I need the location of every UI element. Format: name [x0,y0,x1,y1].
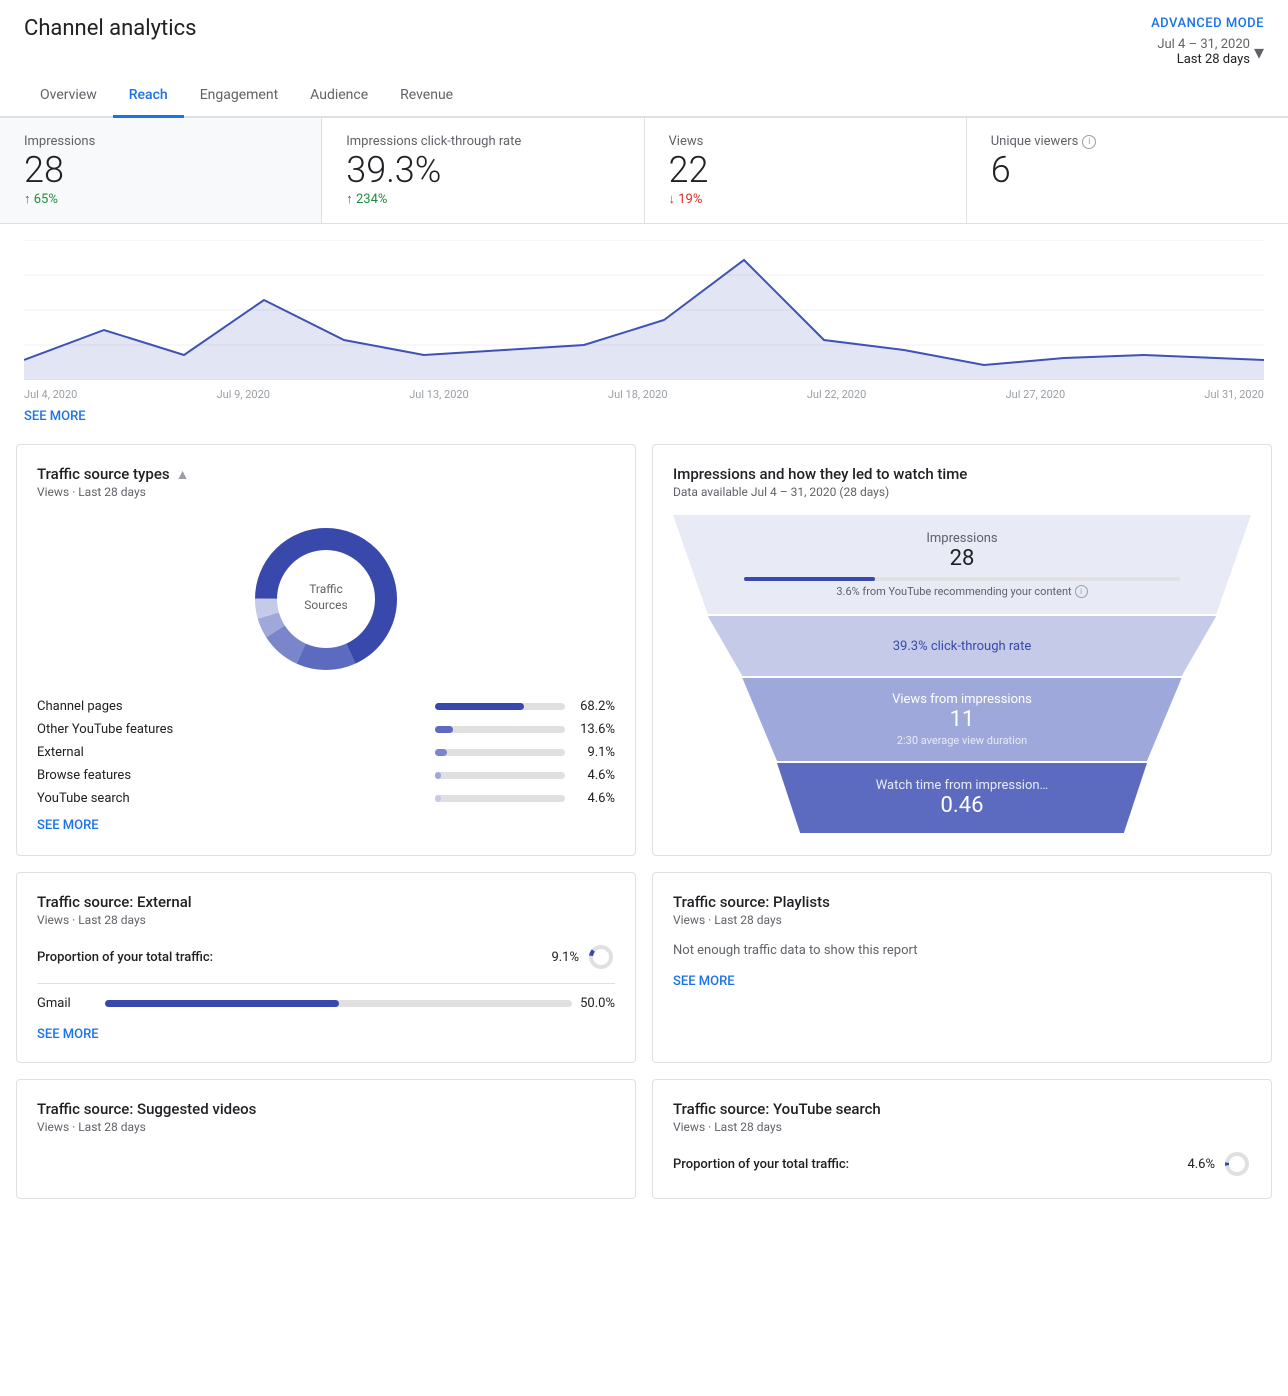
playlists-subtitle: Views · Last 28 days [673,913,1251,927]
tab-engagement[interactable]: Engagement [184,75,294,116]
chart-label-4: Jul 22, 2020 [807,388,867,401]
donut-chart: Traffic Sources [246,519,406,679]
traffic-item-1: Other YouTube features 13.6% [37,722,615,737]
metric-unique-viewers: Unique viewers i 6 [967,118,1288,223]
date-dropdown-arrow[interactable]: ▾ [1254,40,1264,64]
youtube-search-subtitle: Views · Last 28 days [673,1120,1251,1134]
playlists-title: Traffic source: Playlists [673,893,1251,911]
tab-audience[interactable]: Audience [294,75,384,116]
suggested-videos-subtitle: Views · Last 28 days [37,1120,615,1134]
svg-text:Sources: Sources [304,598,347,612]
chart-label-3: Jul 18, 2020 [608,388,668,401]
suggested-videos-card: Traffic source: Suggested videos Views ·… [16,1079,636,1199]
page-title: Channel analytics [24,16,196,41]
tab-reach[interactable]: Reach [113,75,184,118]
traffic-source-types-subtitle: Views · Last 28 days [37,485,615,499]
chart-label-0: Jul 4, 2020 [24,388,77,401]
metric-impressions: Impressions 28 ↑ 65% [0,118,322,223]
external-see-more[interactable]: SEE MORE [37,1027,615,1042]
tab-overview[interactable]: Overview [24,75,113,116]
youtube-search-title: Traffic source: YouTube search [673,1100,1251,1118]
recommend-info-icon[interactable]: i [1075,585,1088,598]
impressions-funnel-title: Impressions and how they led to watch ti… [673,465,1251,483]
traffic-sources-see-more[interactable]: SEE MORE [37,818,615,833]
proportion-mini-donut [587,943,615,971]
traffic-item-3: Browse features 4.6% [37,768,615,783]
yt-search-proportion-value: 4.6% [1187,1157,1215,1172]
yt-search-proportion-label: Proportion of your total traffic: [673,1157,1179,1172]
unique-viewers-info-icon[interactable]: i [1082,135,1096,149]
svg-text:Traffic: Traffic [309,582,343,596]
period-text: Last 28 days [1177,52,1250,67]
traffic-source-types-title: Traffic source types [37,465,170,483]
chart-label-1: Jul 9, 2020 [217,388,270,401]
advanced-mode-button[interactable]: ADVANCED MODE [1151,16,1264,31]
chart-see-more[interactable]: SEE MORE [24,409,1264,424]
traffic-source-types-card: Traffic source types ▲ Views · Last 28 d… [16,444,636,856]
tab-revenue[interactable]: Revenue [384,75,469,116]
external-traffic-card: Traffic source: External Views · Last 28… [16,872,636,1063]
external-traffic-title: Traffic source: External [37,893,615,911]
external-traffic-subtitle: Views · Last 28 days [37,913,615,927]
suggested-videos-title: Traffic source: Suggested videos [37,1100,615,1118]
gmail-row: Gmail 50.0% [37,996,615,1011]
date-range-text: Jul 4 – 31, 2020 [1157,37,1250,52]
traffic-item-0: Channel pages 68.2% [37,699,615,714]
playlists-traffic-card: Traffic source: Playlists Views · Last 2… [652,872,1272,1063]
metric-ctr: Impressions click-through rate 39.3% ↑ 2… [322,118,644,223]
traffic-item-2: External 9.1% [37,745,615,760]
youtube-search-card: Traffic source: YouTube search Views · L… [652,1079,1272,1199]
chart-label-5: Jul 27, 2020 [1006,388,1066,401]
traffic-item-4: YouTube search 4.6% [37,791,615,806]
impressions-chart: 6 4 2 0 [24,240,1264,380]
sort-icon[interactable]: ▲ [176,466,190,483]
yt-search-mini-donut [1223,1150,1251,1178]
playlists-no-data: Not enough traffic data to show this rep… [673,943,1251,958]
proportion-value: 9.1% [551,950,579,965]
impressions-funnel-card: Impressions and how they led to watch ti… [652,444,1272,856]
chart-label-6: Jul 31, 2020 [1204,388,1264,401]
metric-views: Views 22 ↓ 19% [645,118,967,223]
proportion-label: Proportion of your total traffic: [37,950,543,965]
impressions-funnel-subtitle: Data available Jul 4 – 31, 2020 (28 days… [673,485,1251,499]
chart-label-2: Jul 13, 2020 [409,388,469,401]
playlists-see-more[interactable]: SEE MORE [673,974,1251,989]
